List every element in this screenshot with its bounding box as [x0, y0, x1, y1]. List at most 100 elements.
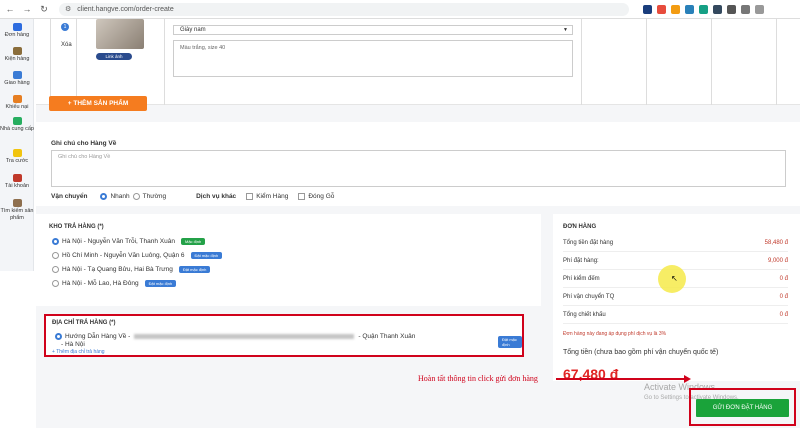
category-select-value: Giày nam	[180, 27, 206, 33]
sidebar-item-packages[interactable]: Kiện hàng	[0, 47, 34, 63]
cursor-icon: ↖	[671, 274, 678, 283]
warehouse-option[interactable]: Hồ Chí Minh - Nguyễn Văn Luông, Quận 6 Đ…	[49, 252, 223, 259]
set-default-button[interactable]: Đặt mặc định	[144, 280, 177, 287]
sidebar: Đơn hàng Kiện hàng Giao hàng Khiếu nại N…	[0, 19, 34, 271]
reload-icon[interactable]: ↻	[37, 2, 51, 16]
shipping-normal-radio[interactable]	[132, 193, 140, 200]
warehouse-name: Hà Nội - Mỗ Lao, Hà Đông	[62, 280, 139, 287]
delete-link[interactable]: Xóa	[61, 42, 72, 48]
submit-order-button[interactable]: GỬI ĐƠN ĐẶT HÀNG	[696, 399, 789, 417]
sidebar-item-product-search[interactable]: Tìm kiếm sản phẩm	[0, 199, 34, 222]
inspect-label: Kiểm Hàng	[256, 193, 289, 200]
table-divider	[50, 19, 51, 105]
shipping-fast-label: Nhanh	[110, 193, 130, 200]
extension-icon[interactable]	[685, 4, 694, 14]
extension-icon[interactable]	[699, 4, 708, 14]
forward-icon[interactable]: →	[20, 2, 34, 16]
set-default-button[interactable]: Đặt mặc định	[178, 266, 211, 273]
table-divider	[164, 19, 165, 105]
address-option[interactable]: Hướng Dẫn Hàng Về - - Quận Thanh Xuân	[52, 333, 482, 340]
instruction-callout: Hoàn tất thông tin click gửi đơn hàng	[418, 374, 538, 383]
warehouse-title: KHO TRẢ HÀNG (*)	[49, 224, 104, 230]
package-icon	[12, 47, 22, 55]
url-text: client.hangve.com/order-create	[77, 5, 174, 13]
shipping-label: Vận chuyển	[51, 193, 88, 200]
sidebar-item-complaints[interactable]: Khiếu nại	[0, 95, 34, 111]
shipping-fast-radio[interactable]	[100, 193, 108, 200]
warehouse-option[interactable]: Hà Nội - Tạ Quang Bửu, Hai Bà Trưng Đặt …	[49, 266, 211, 273]
warehouse-radio[interactable]	[52, 266, 59, 273]
order-row-value: 0 đ	[779, 294, 788, 300]
address-end: - Quận Thanh Xuân	[358, 333, 416, 340]
table-divider	[711, 19, 712, 105]
complaint-icon	[12, 95, 22, 103]
sidebar-item-fee-lookup[interactable]: Tra cước	[0, 149, 34, 165]
table-divider	[76, 19, 77, 105]
warehouse-option[interactable]: Hà Nội - Mỗ Lao, Hà Đông Đặt mặc định	[49, 280, 177, 287]
add-address-link[interactable]: + Thêm địa chỉ trả hàng	[52, 349, 105, 355]
row-number: 1	[61, 23, 69, 31]
extension-icon[interactable]	[643, 4, 652, 14]
order-row-label: Tổng tiền đặt hàng	[563, 240, 614, 246]
download-icon[interactable]	[741, 4, 750, 14]
product-note-field[interactable]: Màu trắng, size 40	[173, 40, 573, 77]
inspect-checkbox[interactable]	[246, 193, 254, 200]
note-section: Ghi chú cho Hàng Về Ghi chú cho Hàng Về …	[36, 122, 800, 206]
back-icon[interactable]: ←	[3, 2, 17, 16]
note-title: Ghi chú cho Hàng Về	[51, 140, 117, 147]
extension-icon[interactable]	[671, 4, 680, 14]
menu-icon[interactable]	[755, 4, 764, 14]
fee-icon	[12, 149, 22, 157]
order-row-value: 58,480 đ	[764, 240, 788, 246]
service-fee-note: Đơn hàng này đang áp dụng phí dịch vụ là…	[563, 331, 667, 337]
warehouse-name: Hà Nội - Tạ Quang Bửu, Hai Bà Trưng	[62, 266, 173, 273]
sidebar-item-label: Kiện hàng	[4, 56, 30, 62]
main-content: 1 Xóa Link ảnh Giày nam ▼ Màu trắng, siz…	[36, 19, 800, 428]
note-input[interactable]: Ghi chú cho Hàng Về	[51, 150, 786, 187]
table-divider	[646, 19, 647, 105]
puzzle-icon[interactable]	[727, 4, 736, 14]
address-bar[interactable]: ⚙ client.hangve.com/order-create	[59, 2, 629, 16]
warehouse-section: KHO TRẢ HÀNG (*) Hà Nội - Nguyễn Văn Trỗ…	[36, 214, 541, 306]
shipping-normal-label: Thường	[142, 193, 167, 200]
browser-toolbar: ← → ↻ ⚙ client.hangve.com/order-create	[0, 0, 800, 19]
warehouse-radio[interactable]	[52, 238, 59, 245]
sidebar-item-delivery[interactable]: Giao hàng	[0, 71, 34, 87]
link-image-button[interactable]: Link ảnh	[96, 53, 132, 60]
set-default-button[interactable]: Đặt mặc định	[190, 252, 223, 259]
callout-arrow	[556, 378, 684, 380]
address-radio[interactable]	[55, 333, 62, 340]
sidebar-item-suppliers[interactable]: Nhà cung cấp	[0, 117, 34, 133]
product-image	[96, 19, 144, 49]
warehouse-radio[interactable]	[52, 252, 59, 259]
arrow-right-icon	[684, 375, 691, 383]
product-row: 1 Xóa Link ảnh Giày nam ▼ Màu trắng, siz…	[36, 19, 800, 111]
extension-icon[interactable]	[713, 4, 722, 14]
address-line2: - Hà Nội	[61, 341, 85, 348]
order-row-label: Phí vận chuyển TQ	[563, 294, 615, 300]
order-row-value: 0 đ	[779, 276, 788, 282]
set-default-button[interactable]: Đặt mặc định	[498, 336, 522, 348]
warehouse-option[interactable]: Hà Nội - Nguyễn Văn Trỗi, Thanh Xuân Mặc…	[49, 238, 206, 245]
sidebar-item-label: Tra cước	[5, 158, 29, 164]
extension-icon[interactable]	[657, 4, 666, 14]
sidebar-item-account[interactable]: Tài khoản	[0, 174, 34, 190]
delivery-icon	[12, 71, 22, 79]
return-address-section: ĐỊA CHỈ TRẢ HÀNG (*) Hướng Dẫn Hàng Về -…	[44, 314, 524, 357]
sidebar-item-label: Đơn hàng	[4, 32, 30, 38]
warehouse-name: Hà Nội - Nguyễn Văn Trỗi, Thanh Xuân	[62, 238, 175, 245]
warehouse-radio[interactable]	[52, 280, 59, 287]
category-select[interactable]: Giày nam ▼	[173, 25, 573, 35]
order-title: ĐƠN HÀNG	[563, 224, 597, 230]
address-start: Hướng Dẫn Hàng Về -	[65, 333, 131, 340]
order-summary: ĐƠN HÀNG Tổng tiền đặt hàng 58,480 đ Phí…	[553, 214, 800, 399]
orders-icon	[12, 23, 22, 31]
order-row: Tổng chiết khấu 0 đ	[563, 312, 788, 324]
add-product-button[interactable]: + THÊM SẢN PHẨM	[49, 96, 147, 111]
wood-pack-checkbox[interactable]	[298, 193, 306, 200]
sidebar-item-orders[interactable]: Đơn hàng	[0, 23, 34, 39]
warehouse-name: Hồ Chí Minh - Nguyễn Văn Luông, Quận 6	[62, 252, 185, 259]
order-row-value: 9,000 đ	[767, 258, 788, 264]
wood-pack-label: Đóng Gỗ	[308, 193, 335, 200]
site-info-icon[interactable]: ⚙	[65, 5, 71, 13]
